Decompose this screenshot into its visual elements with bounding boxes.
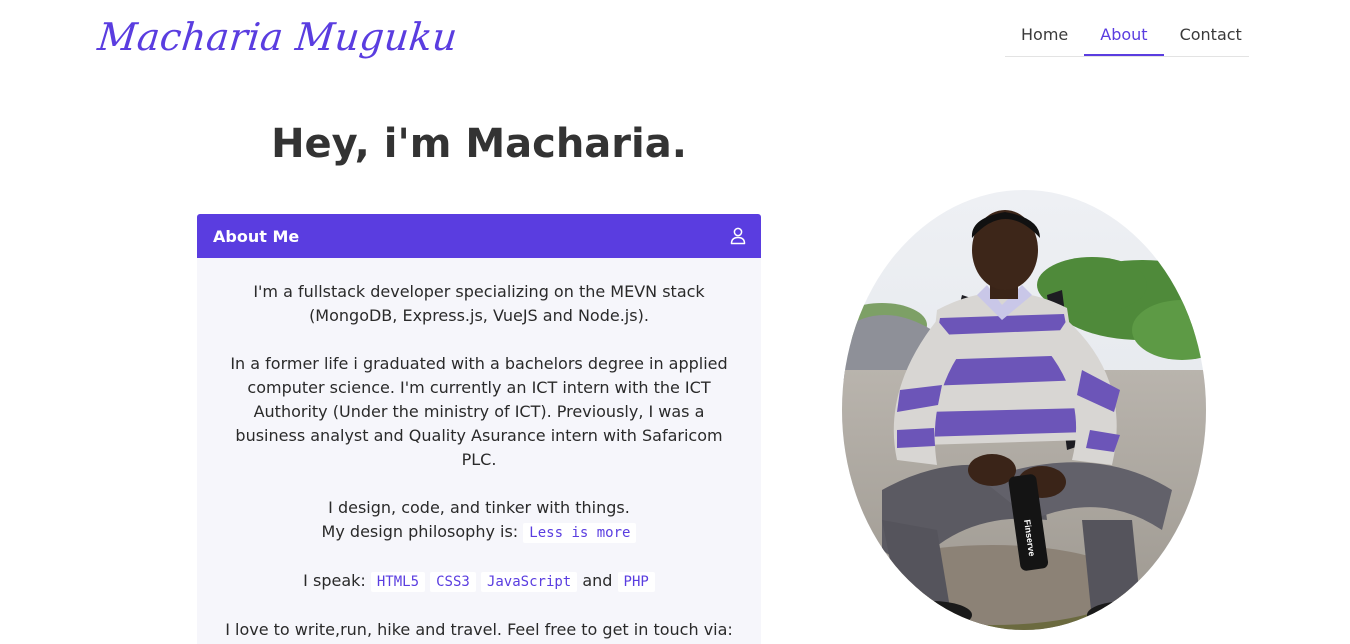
site-logo[interactable]: Macharia Muguku [95,12,460,62]
background-paragraph: In a former life i graduated with a bach… [230,354,728,469]
about-card-header: About Me [197,214,761,258]
philosophy-code: Less is more [523,523,637,543]
user-icon [730,227,746,245]
philosophy-label: My design philosophy is: [321,522,519,541]
profile-photo: Finserve [842,190,1206,630]
contact-paragraph: I love to write,run, hike and travel. Fe… [225,620,733,639]
lang-css3: CSS3 [430,572,476,592]
languages-paragraph: I speak: HTML5 CSS3 JavaScript and PHP [225,569,733,594]
about-card-title: About Me [213,226,300,246]
and-text: and [582,571,613,590]
about-card: About Me I'm a fullstack developer speci… [197,214,761,644]
about-card-body: I'm a fullstack developer specializing o… [197,258,761,642]
tinker-line: I design, code, and tinker with things. [328,498,630,517]
nav-contact[interactable]: Contact [1164,14,1258,55]
main-nav: Home About Contact [1005,14,1249,57]
lang-javascript: JavaScript [480,572,578,592]
nav-about[interactable]: About [1084,14,1164,56]
intro-paragraph: I'm a fullstack developer specializing o… [253,282,705,325]
lang-php: PHP [617,572,655,592]
lang-html5: HTML5 [370,572,426,592]
speak-label: I speak: [303,571,366,590]
philosophy-paragraph: I design, code, and tinker with things. … [225,496,733,545]
page-title: Hey, i'm Macharia. [271,121,687,167]
nav-home[interactable]: Home [1005,14,1084,55]
